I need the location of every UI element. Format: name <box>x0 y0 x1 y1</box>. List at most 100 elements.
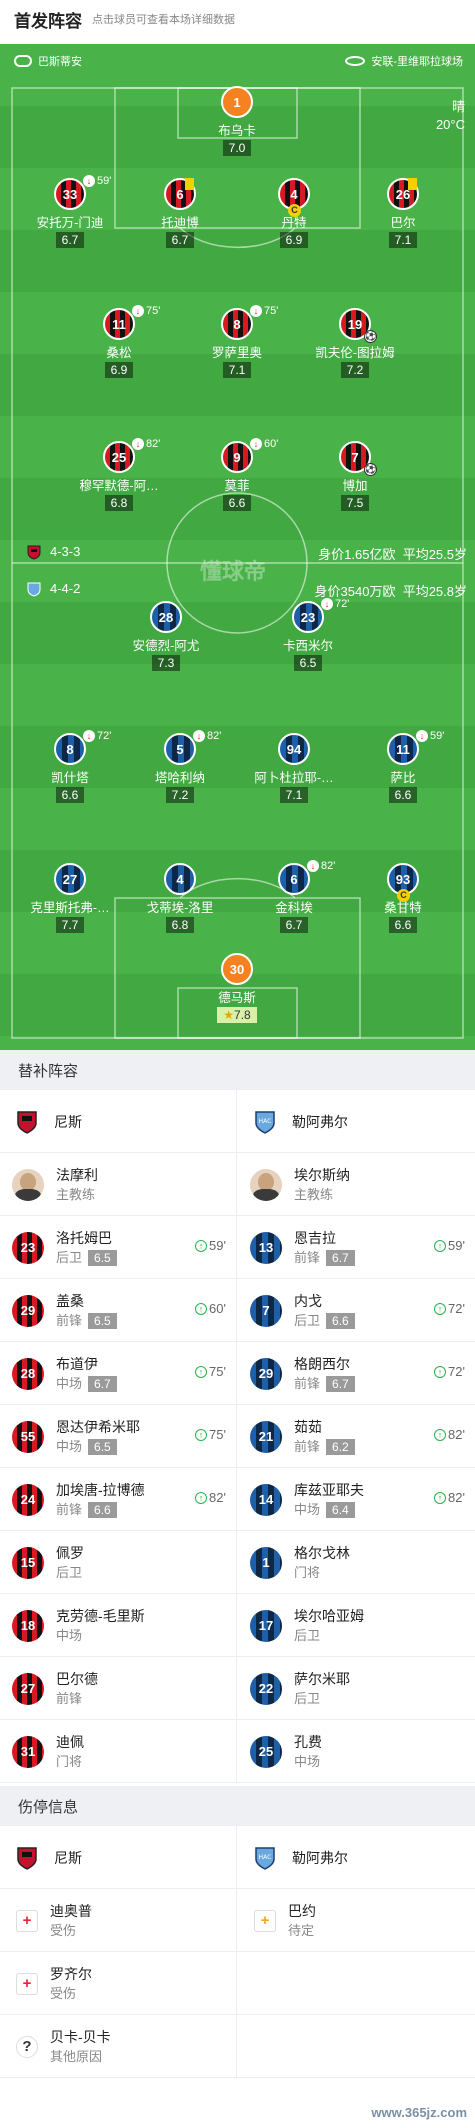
sub-player[interactable]: 28 布道伊 中场 6.7 ↑ 75' <box>0 1342 237 1405</box>
player-number: 30 <box>229 961 245 977</box>
sub-player[interactable]: 22 萨尔米耶 后卫 <box>238 1657 475 1720</box>
sub-player[interactable]: 29 盖桑 前锋 6.5 ↑ 60' <box>0 1279 237 1342</box>
home-formation: 4-3-3 <box>50 544 81 559</box>
player-name: 盖桑 <box>56 1292 84 1309</box>
player-marker[interactable]: 5 ↓ 82' 塔哈利纳 7.2 <box>125 730 235 804</box>
player-number: 17 <box>258 1618 274 1633</box>
sub-player[interactable]: 21 茹茹 前锋 6.2 ↑ 82' <box>238 1405 475 1468</box>
injury-away-team[interactable]: HAC 勒阿弗尔 <box>238 1826 475 1889</box>
sub-player[interactable]: 27 巴尔德 前锋 <box>0 1657 237 1720</box>
player-rating: 6.8 <box>165 917 195 933</box>
player-name: 凯什塔 <box>51 771 89 785</box>
stadium-icon <box>345 56 366 66</box>
player-name: 恩达伊希米耶 <box>56 1418 140 1435</box>
sub-player[interactable]: 18 克劳德-毛里斯 中场 <box>0 1594 237 1657</box>
player-rating: 7.2 <box>165 787 195 803</box>
le-havre-badge-icon <box>27 582 41 597</box>
sub-player[interactable]: 29 格朗西尔 前锋 6.7 ↑ 72' <box>238 1342 475 1405</box>
player-marker[interactable]: 27 克里斯托弗-… 7.7 <box>15 863 125 934</box>
subs-away-team[interactable]: HAC 勒阿弗尔 <box>238 1090 475 1153</box>
player-jersey-icon: 15 <box>12 1546 44 1579</box>
sub-player[interactable]: 31 迪佩 门将 <box>0 1720 237 1783</box>
jersey-icon <box>14 55 32 67</box>
sub-off-icon: ↓ <box>250 305 262 317</box>
player-position: 门将 <box>294 1564 321 1580</box>
player-marker[interactable]: 6 ↓ 82' 金科埃 6.7 <box>239 860 349 934</box>
player-marker[interactable]: 94 阿卜杜拉耶-… 7.1 <box>239 733 349 804</box>
player-marker[interactable]: 30 德马斯 ★7.8 <box>182 953 292 1024</box>
sub-player[interactable]: 55 恩达伊希米耶 中场 6.5 ↑ 75' <box>0 1405 237 1468</box>
sub-time: 82' <box>321 860 336 872</box>
sub-player[interactable]: 14 库兹亚耶夫 中场 6.4 ↑ 82' <box>238 1468 475 1531</box>
player-marker[interactable]: 7 ⚽ 博加 7.5 <box>300 441 410 512</box>
player-number: 94 <box>286 741 302 757</box>
sub-row: 28 布道伊 中场 6.7 ↑ 75' 29 格朗西尔 前锋 6.7 ↑ 72' <box>0 1342 475 1405</box>
player-name: 内戈 <box>294 1292 322 1309</box>
injured-player[interactable]: + 巴约 待定 <box>238 1889 475 1952</box>
sub-on-icon: ↑ <box>434 1302 447 1315</box>
sub-player[interactable]: 13 恩吉拉 前锋 6.7 ↑ 59' <box>238 1216 475 1279</box>
home-team-name: 巴斯蒂安 <box>38 56 82 68</box>
player-marker[interactable]: 11 ↓ 75' 桑松 6.9 <box>64 305 174 379</box>
player-jersey-icon: 25 <box>103 441 135 473</box>
player-marker[interactable]: 1 布乌卡 7.0 <box>182 86 292 157</box>
sub-player[interactable]: 17 埃尔哈亚姆 后卫 <box>238 1594 475 1657</box>
player-jersey-icon: 30 <box>221 953 253 985</box>
player-rating: 6.6 <box>388 917 418 933</box>
sub-player[interactable]: 1 格尔戈林 门将 <box>238 1531 475 1594</box>
player-jersey-icon: 94 <box>278 733 310 765</box>
home-coach[interactable]: 法摩利 主教练 <box>0 1153 237 1216</box>
coach-name: 法摩利 <box>56 1166 98 1183</box>
player-marker[interactable]: 26 巴尔 7.1 <box>348 178 458 249</box>
player-name: 巴尔 <box>390 216 416 230</box>
sub-off-event: ↓ 72' <box>321 598 349 610</box>
sub-player[interactable]: 25 孔费 中场 <box>238 1720 475 1783</box>
player-marker[interactable]: 23 ↓ 72' 卡西米尔 6.5 <box>253 598 363 672</box>
player-marker[interactable]: 28 安德烈-阿尤 7.3 <box>111 601 221 672</box>
sub-time: 59' <box>430 730 445 742</box>
sub-player[interactable]: 23 洛托姆巴 后卫 6.5 ↑ 59' <box>0 1216 237 1279</box>
player-name: 巴尔德 <box>56 1670 98 1687</box>
player-number: 4 <box>290 186 298 202</box>
injured-player[interactable]: ? 贝卡-贝卡 其他原因 <box>0 2015 237 2078</box>
sub-time: 75' <box>146 305 161 317</box>
sub-time: 72' <box>335 598 350 610</box>
player-marker[interactable]: 25 ↓ 82' 穆罕默德-阿… 6.8 <box>64 438 174 512</box>
subs-home-team[interactable]: 尼斯 <box>0 1090 237 1153</box>
sub-on-event: ↑ 59' <box>434 1238 465 1253</box>
sub-player[interactable]: 24 加埃唐-拉博德 前锋 6.6 ↑ 82' <box>0 1468 237 1531</box>
player-marker[interactable]: 9 ↓ 60' 莫菲 6.6 <box>182 438 292 512</box>
player-name: 戈蒂埃-洛里 <box>146 901 214 915</box>
sub-off-event: ↓ 59' <box>83 175 111 187</box>
player-name: 加埃唐-拉博德 <box>56 1481 145 1498</box>
sub-time: 59' <box>97 175 112 187</box>
player-rating: 6.4 <box>326 1501 355 1518</box>
sub-player[interactable]: 7 内戈 后卫 6.6 ↑ 72' <box>238 1279 475 1342</box>
player-marker[interactable]: 4 C 丹特 6.9 <box>239 178 349 249</box>
player-marker[interactable]: 6 托迪博 6.7 <box>125 178 235 249</box>
away-coach[interactable]: 埃尔斯纳 主教练 <box>238 1153 475 1216</box>
player-marker[interactable]: 19 ⚽ 凯夫伦-图拉姆 7.2 <box>300 308 410 379</box>
player-marker[interactable]: 93 C 桑甘特 6.6 <box>348 863 458 934</box>
player-marker[interactable]: 4 戈蒂埃-洛里 6.8 <box>125 863 235 934</box>
player-jersey-icon: 13 <box>250 1231 282 1264</box>
player-marker[interactable]: 11 ↓ 59' 萨比 6.6 <box>348 730 458 804</box>
home-team-header: 巴斯蒂安 <box>14 53 82 69</box>
player-name: 莫菲 <box>224 479 250 493</box>
sub-time: 82' <box>448 1490 465 1505</box>
player-marker[interactable]: 8 ↓ 72' 凯什塔 6.6 <box>15 730 125 804</box>
player-marker[interactable]: 8 ↓ 75' 罗萨里奥 7.1 <box>182 305 292 379</box>
sub-time: 75' <box>264 305 279 317</box>
player-number: 11 <box>396 741 410 757</box>
sub-row: 27 巴尔德 前锋 22 萨尔米耶 后卫 <box>0 1657 475 1720</box>
star-icon: ★ <box>223 1008 235 1022</box>
player-marker[interactable]: 33 ↓ 59' 安托万-门迪 6.7 <box>15 175 125 249</box>
sub-player[interactable]: 15 佩罗 后卫 <box>0 1531 237 1594</box>
player-number: 7 <box>262 1303 270 1318</box>
player-jersey-icon: 93 C <box>387 863 419 902</box>
injured-player[interactable]: + 罗齐尔 受伤 <box>0 1952 237 2015</box>
injured-player[interactable]: + 迪奥普 受伤 <box>0 1889 237 1952</box>
sub-off-icon: ↓ <box>321 598 333 610</box>
sub-on-event: ↑ 59' <box>195 1238 226 1253</box>
injury-home-team[interactable]: 尼斯 <box>0 1826 237 1889</box>
